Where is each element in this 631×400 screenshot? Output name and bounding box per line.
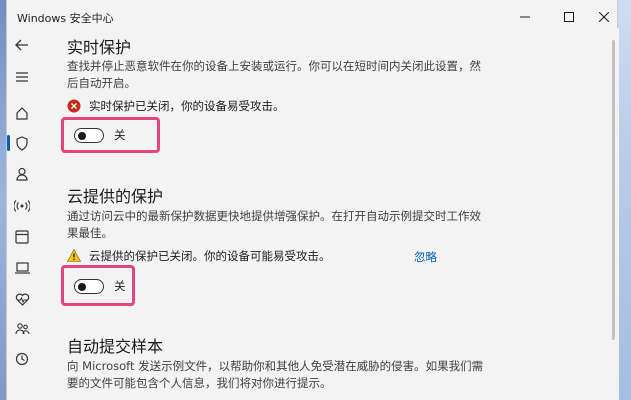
error-icon	[67, 99, 81, 113]
maximize-button[interactable]	[552, 5, 586, 29]
security-window: Windows 安全中心 实时保护 查找并停止恶意软件在你的设备上安装或运行。你…	[6, 0, 621, 400]
desktop-background-right	[618, 0, 631, 400]
minimize-icon	[520, 16, 530, 18]
sidebar-item-virus-protection[interactable]	[11, 132, 33, 154]
person-icon	[16, 167, 28, 181]
cloud-status: 云提供的保护已关闭。你的设备可能易受攻击。	[67, 248, 331, 264]
realtime-status-text: 实时保护已关闭，你的设备易受攻击。	[89, 99, 285, 113]
cloud-highlight-box: 关	[61, 265, 135, 306]
maximize-icon	[564, 12, 574, 22]
menu-icon	[16, 72, 28, 82]
back-icon	[15, 39, 28, 51]
realtime-highlight-box: 关	[61, 117, 160, 153]
toggle-knob	[78, 131, 86, 140]
sidebar-item-history[interactable]	[11, 348, 33, 370]
device-icon	[14, 262, 30, 274]
sidebar-item-app-browser[interactable]	[11, 226, 33, 248]
shield-icon	[16, 135, 28, 151]
cloud-toggle-label: 关	[114, 279, 126, 293]
active-indicator	[7, 135, 10, 151]
scrollbar[interactable]	[612, 40, 615, 340]
sidebar-item-home[interactable]	[11, 102, 33, 124]
cloud-toggle[interactable]	[74, 279, 104, 294]
realtime-description: 查找并停止恶意软件在你的设备上安装或运行。你可以在短时间内关闭此设置，然后自动开…	[67, 59, 481, 90]
realtime-toggle-label: 关	[114, 128, 126, 142]
history-icon	[15, 352, 29, 366]
dismiss-link[interactable]: 忽略	[414, 249, 437, 265]
wireless-icon	[14, 200, 30, 212]
sample-description: 向 Microsoft 发送示例文件，以帮助你和其他人免受潜在威胁的侵害。如果我…	[67, 359, 484, 390]
sidebar-item-account[interactable]	[11, 163, 33, 185]
back-button[interactable]	[11, 34, 33, 56]
window-title: Windows 安全中心	[17, 12, 114, 25]
realtime-title: 实时保护	[67, 38, 132, 57]
sidebar-item-device-security[interactable]	[11, 257, 33, 279]
minimize-button[interactable]	[508, 5, 542, 29]
family-icon	[14, 323, 30, 335]
close-icon	[599, 12, 609, 22]
heart-icon	[15, 293, 29, 306]
sidebar-item-firewall[interactable]	[11, 195, 33, 217]
realtime-status: 实时保护已关闭，你的设备易受攻击。	[67, 98, 285, 114]
menu-button[interactable]	[11, 66, 33, 88]
cloud-status-text: 云提供的保护已关闭。你的设备可能易受攻击。	[89, 249, 331, 263]
sidebar-item-device-health[interactable]	[11, 288, 33, 310]
cloud-title: 云提供的保护	[67, 187, 164, 206]
sidebar-item-family[interactable]	[11, 318, 33, 340]
main-content: 实时保护 查找并停止恶意软件在你的设备上安装或运行。你可以在短时间内关闭此设置，…	[37, 28, 619, 400]
cloud-description: 通过访问云中的最新保护数据更快地提供增强保护。在打开自动示例提交时工作效果最佳。	[67, 209, 481, 240]
close-button[interactable]	[587, 5, 621, 29]
app-browser-icon	[15, 230, 29, 244]
sample-title: 自动提交样本	[67, 337, 164, 356]
toggle-knob	[78, 282, 86, 291]
home-icon	[16, 107, 28, 120]
sidebar	[7, 32, 37, 400]
warning-icon	[67, 249, 81, 263]
realtime-toggle[interactable]	[74, 128, 104, 143]
